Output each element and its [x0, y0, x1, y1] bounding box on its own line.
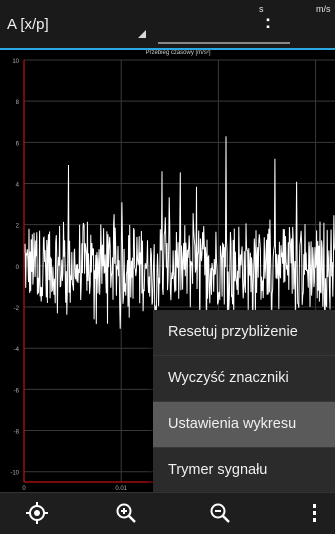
y-tick-label: 8: [16, 100, 20, 106]
y-tick-label: 2: [16, 224, 20, 230]
y-tick-label: -4: [14, 347, 20, 353]
dropdown-indicator-icon[interactable]: [138, 30, 146, 38]
y-tick-label: 4: [16, 183, 20, 189]
top-bar: A [x/p] s : m/s: [0, 0, 335, 49]
y-tick-label: -10: [10, 471, 19, 477]
y-tick-label: 0: [16, 265, 20, 271]
value-unit-label: m/s: [316, 4, 331, 14]
locate-icon[interactable]: [25, 501, 49, 525]
menu-item-signal-trimmer[interactable]: Trymer sygnału: [153, 448, 335, 494]
bottom-toolbar: [0, 492, 335, 534]
y-tick-label: 6: [16, 141, 20, 147]
measurement-selector[interactable]: A [x/p]: [7, 16, 49, 33]
y-tick-label: -8: [14, 430, 20, 436]
menu-item-chart-settings[interactable]: Ustawienia wykresu: [153, 402, 335, 448]
y-tick-label: -6: [14, 388, 20, 394]
overflow-menu: Resetuj przybliżenie Wyczyść znaczniki U…: [153, 310, 335, 494]
y-tick-label: 10: [12, 59, 19, 65]
separator-label: :: [265, 12, 271, 32]
menu-item-reset-zoom[interactable]: Resetuj przybliżenie: [153, 310, 335, 356]
menu-item-clear-markers[interactable]: Wyczyść znaczniki: [153, 356, 335, 402]
chart-title: Przebieg czasowy [m/s²]: [145, 50, 210, 56]
zoom-in-icon[interactable]: [114, 501, 138, 525]
y-tick-label: -2: [14, 306, 20, 312]
time-unit-label: s: [259, 4, 264, 14]
overflow-menu-icon[interactable]: [310, 501, 320, 525]
input-underline: [158, 42, 290, 44]
zoom-out-icon[interactable]: [208, 501, 232, 525]
